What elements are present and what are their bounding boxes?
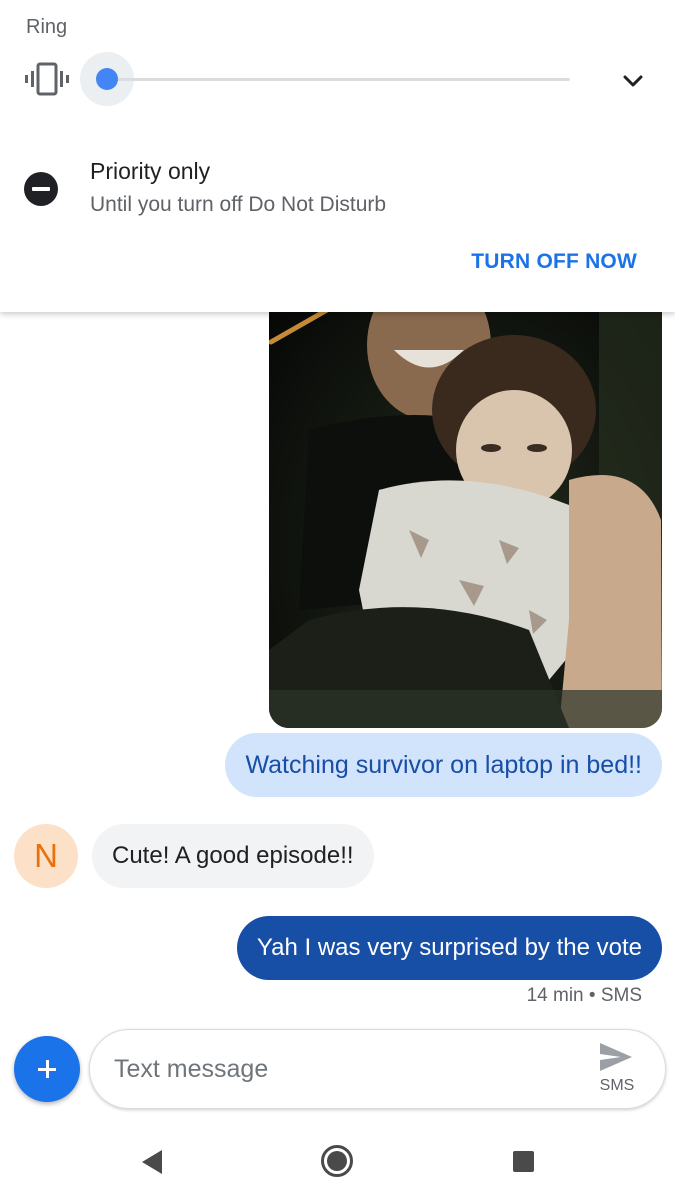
vibrate-icon[interactable] [25,62,69,96]
photo-image [269,290,662,728]
back-icon[interactable] [141,1149,163,1175]
volume-panel: Ring Priority only Until you turn off Do… [0,0,675,312]
recents-icon[interactable] [513,1151,534,1172]
compose-bar: SMS [89,1029,666,1109]
contact-avatar[interactable]: N [14,824,78,888]
do-not-disturb-icon [24,172,58,206]
send-icon [600,1043,632,1071]
turn-off-now-button[interactable]: TURN OFF NOW [471,250,637,274]
message-timestamp: 14 min • SMS [526,985,642,1006]
incoming-message-bubble[interactable]: Cute! A good episode!! [92,824,374,888]
send-button[interactable]: SMS [595,1042,639,1098]
dnd-mode-subtitle: Until you turn off Do Not Disturb [90,193,387,216]
ring-volume-slider[interactable] [80,52,580,106]
outgoing-message-bubble[interactable]: Watching survivor on laptop in bed!! [225,733,662,797]
outgoing-message-bubble[interactable]: Yah I was very surprised by the vote [236,916,662,980]
chevron-down-icon[interactable] [618,66,648,96]
home-icon[interactable] [320,1144,354,1178]
navigation-bar [0,1122,675,1200]
slider-thumb[interactable] [96,68,118,90]
slider-track [107,78,570,81]
dnd-mode-title: Priority only [90,158,211,184]
plus-icon[interactable] [14,1036,80,1102]
ring-label: Ring [26,16,68,38]
send-mode-label: SMS [599,1077,635,1094]
text-message-input[interactable] [112,1046,576,1092]
photo-attachment[interactable] [269,290,662,728]
